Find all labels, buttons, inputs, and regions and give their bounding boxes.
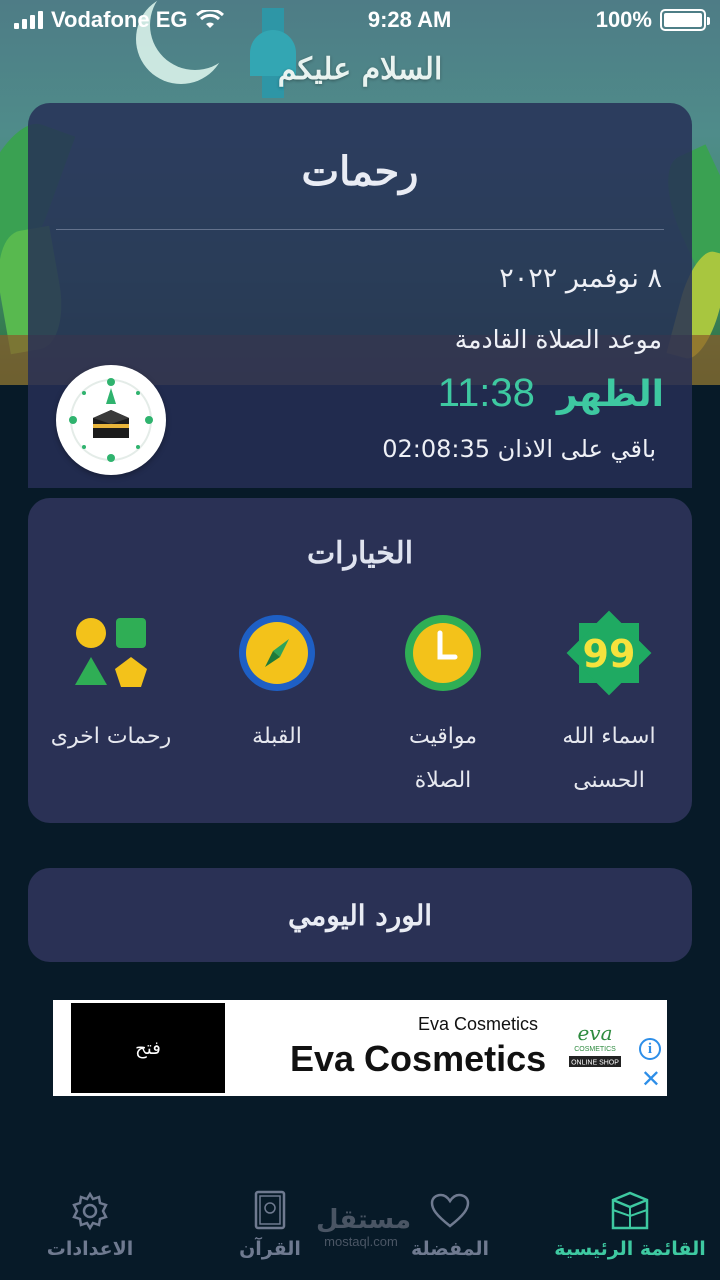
- option-label: الحسنى: [573, 768, 645, 793]
- daily-wird-label: الورد اليومي: [287, 898, 433, 932]
- ad-banner[interactable]: فتح Eva Cosmetics Eva Cosmetics eva COSM…: [53, 1000, 667, 1096]
- nav-label: القرآن: [239, 1238, 301, 1260]
- nav-home[interactable]: القائمة الرئيسية: [545, 1170, 715, 1260]
- battery-percentage: 100%: [595, 7, 652, 32]
- status-time: 9:28 AM: [367, 7, 452, 32]
- option-prayer-times[interactable]: مواقيت الصلاة: [368, 603, 518, 803]
- options-card: الخيارات 99 اسماء الله الحسنى مواقيت الص…: [28, 498, 692, 823]
- option-label: القبلة: [252, 724, 302, 749]
- nav-label: الاعدادات: [46, 1238, 134, 1260]
- next-prayer-label: موعد الصلاة القادمة: [454, 325, 662, 354]
- current-date: ٨ نوفمبر ٢٠٢٢: [499, 263, 662, 294]
- next-prayer-time: 11:38: [437, 371, 535, 415]
- option-label: رحمات اخرى: [50, 724, 172, 749]
- asma-allah-99-icon: 99: [566, 610, 652, 696]
- option-more[interactable]: رحمات اخرى: [36, 603, 186, 759]
- app-title: رحمات: [301, 148, 419, 195]
- option-label: الصلاة: [414, 768, 472, 793]
- ad-headline[interactable]: Eva Cosmetics: [290, 1038, 546, 1080]
- eva-logo: eva COSMETICS ONLINE SHOP: [569, 1021, 621, 1067]
- nav-favorites[interactable]: المفضلة: [365, 1170, 535, 1260]
- prayer-info-card: رحمات ٨ نوفمبر ٢٠٢٢ موعد الصلاة القادمة …: [28, 103, 692, 488]
- ad-close-icon[interactable]: ✕: [641, 1068, 661, 1092]
- ad-info-icon[interactable]: i: [639, 1038, 661, 1060]
- svg-text:99: 99: [583, 632, 636, 676]
- option-qibla[interactable]: القبلة: [202, 603, 352, 759]
- kaaba-home-icon: [611, 1191, 649, 1230]
- next-prayer-name: الظهر: [556, 374, 664, 415]
- more-shapes-icon: [75, 618, 147, 687]
- svg-text:eva: eva: [577, 1021, 612, 1045]
- daily-wird-button[interactable]: الورد اليومي: [28, 868, 692, 962]
- gear-icon: [72, 1191, 108, 1231]
- option-label: اسماء الله: [562, 724, 656, 749]
- option-label: مواقيت: [408, 724, 478, 749]
- status-bar-left: Vodafone EG: [14, 7, 224, 33]
- ad-small-title: Eva Cosmetics: [418, 1014, 539, 1034]
- divider: [56, 229, 664, 230]
- option-asma-allah[interactable]: 99 اسماء الله الحسنى: [534, 603, 684, 803]
- ad-open-button[interactable]: فتح: [71, 1003, 225, 1093]
- kaaba-compass-icon: [69, 378, 153, 462]
- status-bar: Vodafone EG 9:28 AM 100%: [0, 0, 720, 40]
- battery-icon: [659, 9, 710, 31]
- carrier-name: Vodafone EG: [51, 7, 188, 32]
- status-bar-right: 100%: [595, 7, 710, 33]
- nav-label: المفضلة: [410, 1238, 490, 1260]
- qibla-compass-icon: [239, 615, 315, 691]
- heart-icon: [430, 1193, 470, 1228]
- nav-quran[interactable]: القرآن: [185, 1170, 355, 1260]
- bottom-navigation: الاعدادات القرآن المفضلة القائمة الرئيسي…: [0, 1170, 720, 1280]
- quran-book-icon: [254, 1190, 286, 1230]
- nav-settings[interactable]: الاعدادات: [5, 1170, 175, 1260]
- prayer-times-clock-icon: [405, 615, 481, 691]
- svg-text:ONLINE SHOP: ONLINE SHOP: [571, 1060, 619, 1067]
- time-remaining: باقي على الاذان 02:08:35: [382, 435, 656, 463]
- ad-open-label: فتح: [135, 1037, 161, 1059]
- nav-label: القائمة الرئيسية: [554, 1238, 706, 1260]
- svg-text:COSMETICS: COSMETICS: [574, 1046, 616, 1053]
- wifi-icon: [195, 10, 224, 28]
- signal-icon: [14, 11, 43, 29]
- qibla-compass-button[interactable]: [56, 365, 166, 475]
- options-title: الخيارات: [306, 536, 414, 571]
- next-prayer: الظهر 11:38: [438, 371, 664, 416]
- greeting-text: السلام عليكم: [277, 52, 443, 87]
- app-screen: Vodafone EG 9:28 AM 100% السلام عليكم رح…: [0, 0, 720, 1280]
